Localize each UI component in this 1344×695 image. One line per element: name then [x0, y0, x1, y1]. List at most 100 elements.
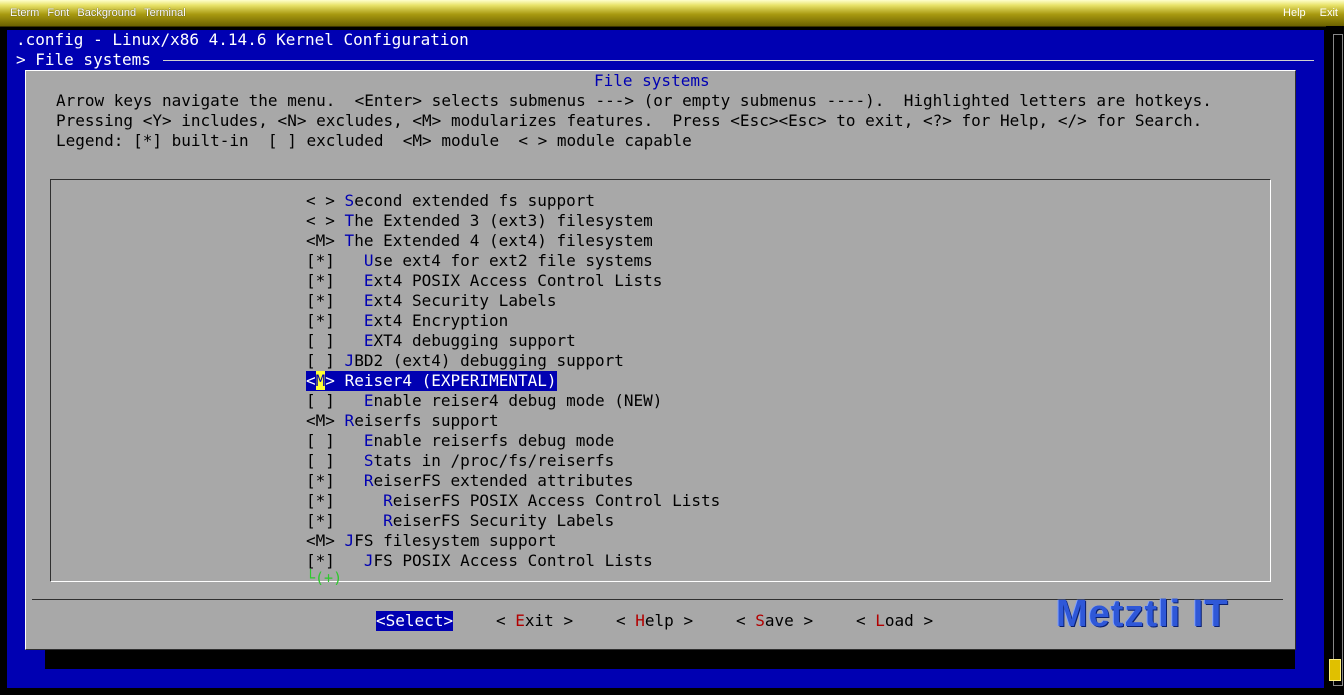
item-indent: [335, 531, 345, 550]
item-label: BD2 (ext4) debugging support: [354, 351, 624, 370]
item-hotkey: J: [344, 531, 355, 550]
help-button[interactable]: < Help >: [616, 611, 693, 631]
menu-item[interactable]: [*] Use ext4 for ext2 file systems: [306, 251, 653, 271]
menu-item[interactable]: [ ] JBD2 (ext4) debugging support: [306, 351, 624, 371]
save-button[interactable]: < Save >: [736, 611, 813, 631]
menu-font[interactable]: Font: [47, 7, 69, 19]
button-label: elp >: [644, 611, 694, 630]
menu-item[interactable]: [*] Ext4 Security Labels: [306, 291, 556, 311]
item-state[interactable]: [*]: [306, 551, 335, 570]
item-label: he Extended 4 (ext4) filesystem: [354, 231, 653, 250]
item-state[interactable]: [*]: [306, 251, 335, 270]
button-bracket: <: [736, 611, 756, 630]
item-state[interactable]: < >: [306, 211, 335, 230]
item-label: nable reiser4 debug mode (NEW): [373, 391, 663, 410]
item-indent: [335, 331, 364, 350]
menu-terminal[interactable]: Terminal: [144, 7, 186, 19]
item-state[interactable]: [ ]: [306, 351, 335, 370]
scrollbar-thumb[interactable]: [1329, 659, 1341, 681]
menu-item[interactable]: [*] ReiserFS POSIX Access Control Lists: [306, 491, 720, 511]
button-label: ave >: [764, 611, 814, 630]
item-state[interactable]: [*]: [306, 271, 335, 290]
item-indent: [335, 251, 364, 270]
item-hotkey: T: [344, 231, 355, 250]
menu-item[interactable]: [ ] Stats in /proc/fs/reiserfs: [306, 451, 614, 471]
menu-item[interactable]: [*] Ext4 Encryption: [306, 311, 508, 331]
item-state[interactable]: < >: [306, 191, 335, 210]
menu-item[interactable]: [*] JFS POSIX Access Control Lists: [306, 551, 653, 571]
metztli-logo: Metztli IT: [1056, 593, 1229, 635]
item-state[interactable]: [*]: [306, 511, 335, 530]
menu-item[interactable]: <M> The Extended 4 (ext4) filesystem: [306, 231, 653, 251]
item-state[interactable]: <M>: [306, 411, 335, 430]
item-state[interactable]: <M>: [306, 231, 335, 250]
item-indent: [335, 431, 364, 450]
item-hotkey: S: [344, 191, 355, 210]
item-state[interactable]: [*]: [306, 471, 335, 490]
item-hotkey: E: [363, 431, 374, 450]
item-label: FS POSIX Access Control Lists: [373, 551, 653, 570]
eterm-window-controls: Help Exit: [1269, 7, 1338, 19]
menu-background[interactable]: Background: [77, 7, 136, 19]
item-label: XT4 debugging support: [373, 331, 576, 350]
menu-item[interactable]: <M> Reiserfs support: [306, 411, 499, 431]
item-state[interactable]: [ ]: [306, 391, 335, 410]
item-label: eiser4 (EXPERIMENTAL): [354, 371, 557, 390]
button-bracket: <: [856, 611, 876, 630]
window-help-button[interactable]: Help: [1283, 7, 1306, 19]
menu-item[interactable]: [ ] EXT4 debugging support: [306, 331, 576, 351]
menuconfig-dialog: File systems Arrow keys navigate the men…: [25, 70, 1296, 650]
item-state[interactable]: <M>: [306, 371, 335, 390]
button-bracket: <: [376, 611, 386, 630]
menu-eterm[interactable]: Eterm: [10, 7, 39, 19]
config-title: .config - Linux/x86 4.14.6 Kernel Config…: [16, 30, 469, 49]
item-hotkey: E: [363, 331, 374, 350]
item-state[interactable]: <M>: [306, 531, 335, 550]
item-hotkey: E: [363, 291, 374, 310]
item-indent: [335, 291, 364, 310]
item-hotkey: J: [344, 351, 355, 370]
item-indent: [335, 191, 345, 210]
item-state[interactable]: [*]: [306, 291, 335, 310]
item-hotkey: R: [383, 491, 393, 510]
item-indent: [335, 391, 364, 410]
menu-item[interactable]: [*] ReiserFS Security Labels: [306, 511, 614, 531]
menu-item[interactable]: [*] ReiserFS extended attributes: [306, 471, 634, 491]
menu-item[interactable]: <M> JFS filesystem support: [306, 531, 556, 551]
item-hotkey: R: [363, 471, 374, 490]
menu-item[interactable]: [*] Ext4 POSIX Access Control Lists: [306, 271, 662, 291]
menu-item-selected[interactable]: <M> Reiser4 (EXPERIMENTAL): [306, 371, 557, 391]
window-exit-button[interactable]: Exit: [1320, 7, 1338, 19]
scrollbar-track[interactable]: [1333, 34, 1343, 686]
item-state[interactable]: [ ]: [306, 431, 335, 450]
item-indent: [335, 231, 345, 250]
terminal-screen: .config - Linux/x86 4.14.6 Kernel Config…: [7, 30, 1324, 688]
item-hotkey: R: [344, 371, 355, 390]
item-state[interactable]: [*]: [306, 311, 335, 330]
item-label: econd extended fs support: [354, 191, 596, 210]
button-hotkey: S: [755, 611, 765, 630]
select-button[interactable]: <Select>: [376, 611, 454, 631]
terminal-scrollbar[interactable]: [1326, 26, 1344, 695]
item-state[interactable]: [ ]: [306, 451, 335, 470]
item-state[interactable]: [ ]: [306, 331, 335, 350]
item-indent: [335, 271, 364, 290]
item-indent: [335, 411, 345, 430]
button-bracket: <: [616, 611, 636, 630]
button-label: oad >: [884, 611, 934, 630]
button-hotkey: L: [875, 611, 885, 630]
menu-item[interactable]: < > The Extended 3 (ext3) filesystem: [306, 211, 653, 231]
menu-item[interactable]: [ ] Enable reiser4 debug mode (NEW): [306, 391, 662, 411]
help-line-1: Arrow keys navigate the menu. <Enter> se…: [56, 91, 1212, 110]
button-hotkey: H: [635, 611, 645, 630]
load-button[interactable]: < Load >: [856, 611, 933, 631]
item-hotkey: J: [363, 551, 374, 570]
item-hotkey: U: [363, 251, 374, 270]
exit-button[interactable]: < Exit >: [496, 611, 573, 631]
breadcrumb: > File systems: [16, 50, 151, 69]
menu-item[interactable]: < > Second extended fs support: [306, 191, 595, 211]
menu-item[interactable]: [ ] Enable reiserfs debug mode: [306, 431, 614, 451]
button-bracket: <: [496, 611, 516, 630]
item-state[interactable]: [*]: [306, 491, 335, 510]
breadcrumb-divider: [163, 60, 1314, 61]
